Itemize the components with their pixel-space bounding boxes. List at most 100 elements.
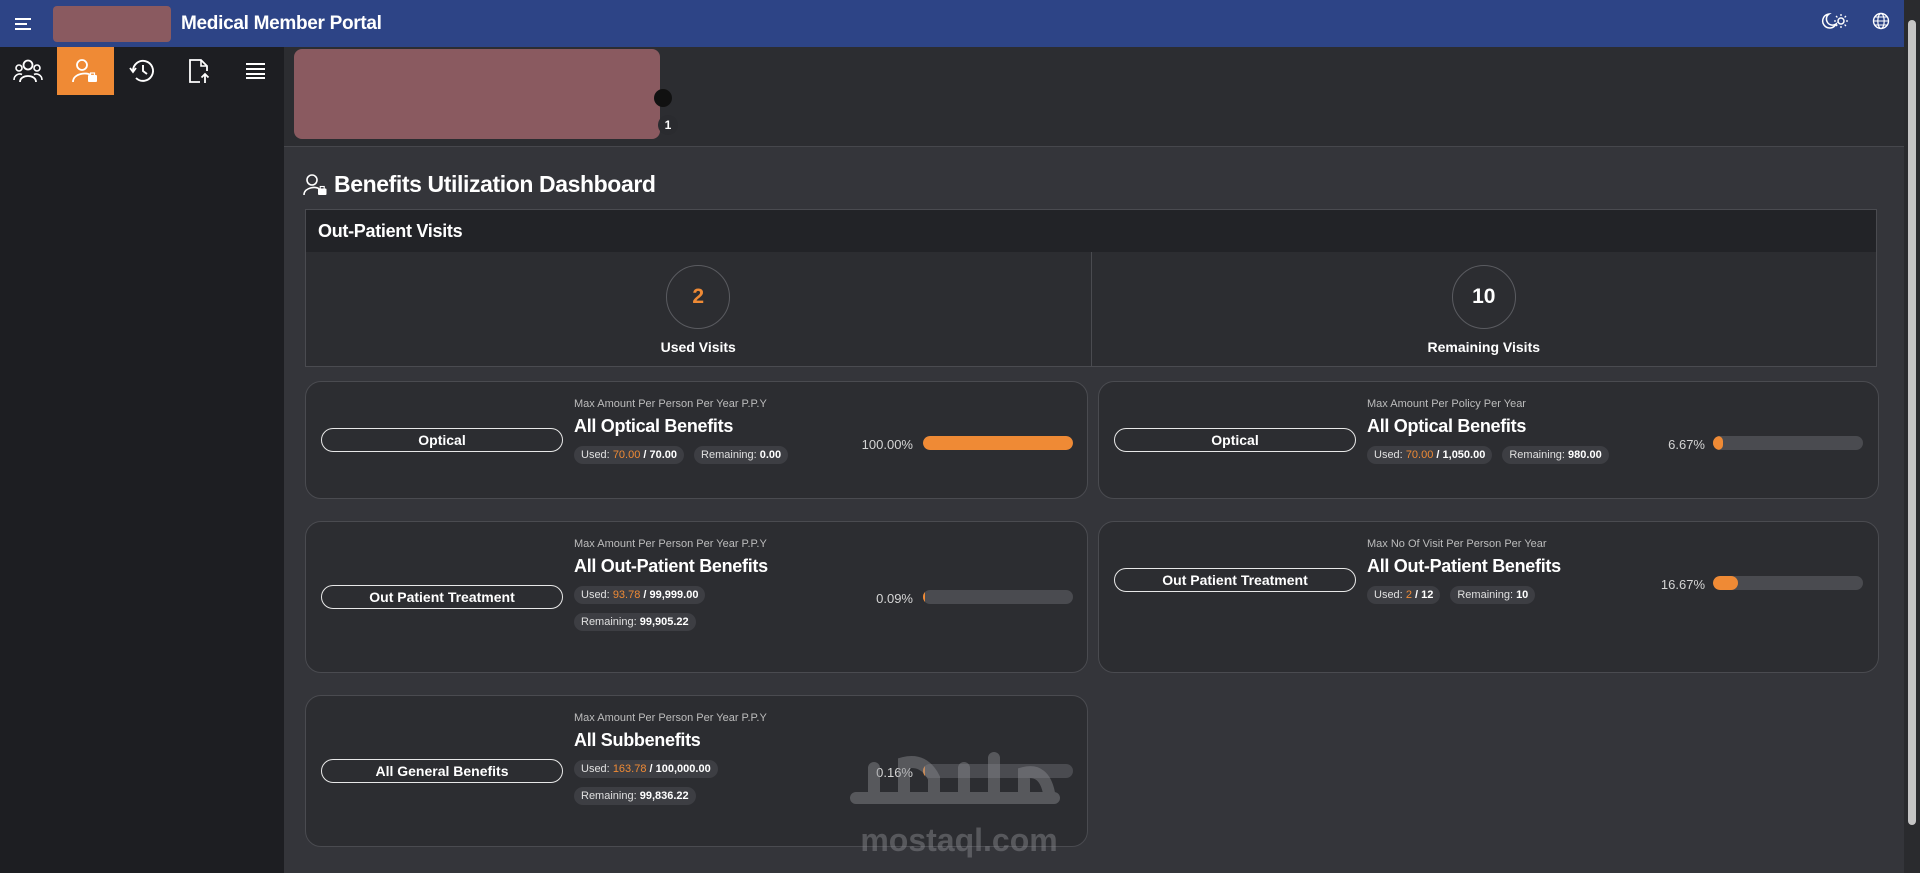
users-icon — [13, 59, 44, 83]
sidebar-item-benefits[interactable] — [56, 47, 114, 95]
usage-progress-fill — [923, 436, 1073, 450]
used-chip: Used: 2 / 12 — [1367, 586, 1441, 604]
main-content: 1 Benefits Utilization Dashboard Out-Pat… — [284, 47, 1904, 873]
usage-progress-fill — [923, 590, 925, 604]
remaining-label: Remaining: — [701, 449, 757, 461]
used-label: Used: — [1374, 589, 1403, 601]
remaining-label: Remaining: — [1457, 589, 1513, 601]
used-label: Used: — [1374, 449, 1403, 461]
used-amount: 2 — [1405, 589, 1412, 601]
used-chip: Used: 70.00 / 1,050.00 — [1367, 446, 1493, 464]
list-icon — [245, 63, 265, 79]
total-amount: / 99,999.00 — [643, 589, 699, 601]
benefit-card: Out Patient Treatment Max Amount Per Per… — [305, 521, 1088, 673]
member-card[interactable] — [294, 49, 660, 139]
benefit-title: All Subbenefits — [574, 730, 701, 750]
benefit-title: All Optical Benefits — [574, 416, 734, 436]
usage-percent: 0.09% — [876, 591, 913, 606]
total-amount: / 70.00 — [643, 449, 678, 461]
scrollbar[interactable] — [1904, 0, 1920, 873]
used-visits-label: Used Visits — [660, 339, 736, 355]
remaining-chip: Remaining: 0.00 — [694, 446, 789, 464]
remaining-chip: Remaining: 99,905.22 — [574, 613, 696, 631]
remaining-label: Remaining: — [1509, 449, 1565, 461]
watermark-text: mostaql.com — [860, 822, 1058, 858]
used-label: Used: — [581, 763, 610, 775]
benefit-category-pill[interactable]: Out Patient Treatment — [321, 585, 563, 609]
watermark-logo — [850, 752, 1060, 804]
remaining-visits-label: Remaining Visits — [1427, 339, 1541, 355]
page-title-text: Benefits Utilization Dashboard — [334, 171, 656, 197]
used-chip: Used: 163.78 / 100,000.00 — [574, 760, 718, 778]
usage-progress-bar — [923, 436, 1073, 450]
remaining-amount: 980.00 — [1568, 449, 1602, 461]
usage-percent: 100.00% — [861, 437, 913, 452]
page-title: Benefits Utilization Dashboard — [302, 171, 656, 198]
remaining-chip: Remaining: 99,836.22 — [574, 787, 696, 805]
user-benefits-icon — [72, 59, 98, 83]
theme-toggle-button[interactable] — [1820, 11, 1848, 36]
benefit-title: All Out-Patient Benefits — [1367, 556, 1561, 576]
benefit-card: Optical Max Amount Per Policy Per Year A… — [1098, 381, 1879, 499]
theme-toggle-icon — [1821, 12, 1848, 29]
sidebar-item-list[interactable] — [227, 47, 284, 95]
sidebar-item-history[interactable] — [114, 47, 171, 95]
benefit-card: Optical Max Amount Per Person Per Year P… — [305, 381, 1088, 499]
total-amount: / 100,000.00 — [649, 763, 711, 775]
remaining-label: Remaining: — [581, 616, 637, 628]
usage-progress-fill — [1713, 436, 1723, 450]
benefit-title: All Out-Patient Benefits — [574, 556, 768, 576]
benefit-limit-type: Max Amount Per Person Per Year P.P.Y — [574, 538, 767, 550]
benefit-category-pill[interactable]: Optical — [321, 428, 563, 452]
app-title: Medical Member Portal — [181, 12, 382, 34]
remaining-amount: 99,905.22 — [639, 616, 689, 628]
used-label: Used: — [581, 589, 610, 601]
member-count-badge: 1 — [658, 115, 678, 135]
benefit-category-pill[interactable]: Optical — [1114, 428, 1356, 452]
menu-icon — [15, 17, 31, 30]
used-amount: 163.78 — [612, 763, 647, 775]
sidebar-item-upload[interactable] — [170, 47, 227, 95]
outpatient-visits-panel: Out-Patient Visits 2 Used Visits 10 Rema… — [305, 209, 1877, 367]
remaining-chip: Remaining: 980.00 — [1502, 446, 1609, 464]
logo — [53, 5, 171, 42]
benefit-card: Out Patient Treatment Max No Of Visit Pe… — [1098, 521, 1879, 673]
language-button[interactable] — [1872, 12, 1890, 35]
benefit-limit-type: Max No Of Visit Per Person Per Year — [1367, 538, 1547, 550]
remaining-amount: 0.00 — [759, 449, 782, 461]
member-strip: 1 — [284, 47, 1904, 147]
menu-button[interactable] — [4, 0, 44, 47]
remaining-amount: 99,836.22 — [639, 790, 689, 802]
used-visits: 2 Used Visits — [306, 252, 1091, 366]
sidebar-item-members[interactable] — [0, 47, 57, 95]
used-chip: Used: 70.00 / 70.00 — [574, 446, 685, 464]
remaining-chip: Remaining: 10 — [1450, 586, 1536, 604]
benefit-title: All Optical Benefits — [1367, 416, 1527, 436]
remaining-amount: 10 — [1516, 589, 1529, 601]
used-amount: 70.00 — [1405, 449, 1434, 461]
user-benefits-icon — [303, 173, 327, 195]
benefit-category-pill[interactable]: Out Patient Treatment — [1114, 568, 1356, 592]
total-amount: / 1,050.00 — [1436, 449, 1486, 461]
scrollbar-thumb[interactable] — [1908, 20, 1916, 825]
usage-progress-fill — [1713, 576, 1738, 590]
panel-heading: Out-Patient Visits — [306, 210, 1876, 252]
usage-progress-bar — [923, 590, 1073, 604]
remaining-label: Remaining: — [581, 790, 637, 802]
benefit-limit-type: Max Amount Per Person Per Year P.P.Y — [574, 712, 767, 724]
benefit-limit-type: Max Amount Per Policy Per Year — [1367, 398, 1526, 410]
used-label: Used: — [581, 449, 610, 461]
file-upload-icon — [188, 59, 209, 83]
benefit-category-pill[interactable]: All General Benefits — [321, 759, 563, 783]
benefit-limit-type: Max Amount Per Person Per Year P.P.Y — [574, 398, 767, 410]
used-chip: Used: 93.78 / 99,999.00 — [574, 586, 706, 604]
remaining-visits-count: 10 — [1451, 265, 1516, 329]
used-amount: 93.78 — [612, 589, 641, 601]
history-icon — [129, 59, 154, 82]
usage-percent: 6.67% — [1668, 437, 1705, 452]
globe-icon — [1872, 12, 1890, 30]
used-visits-count: 2 — [666, 265, 731, 329]
usage-progress-bar — [1713, 436, 1863, 450]
member-status-dot — [654, 89, 672, 107]
sidebar — [0, 47, 284, 873]
